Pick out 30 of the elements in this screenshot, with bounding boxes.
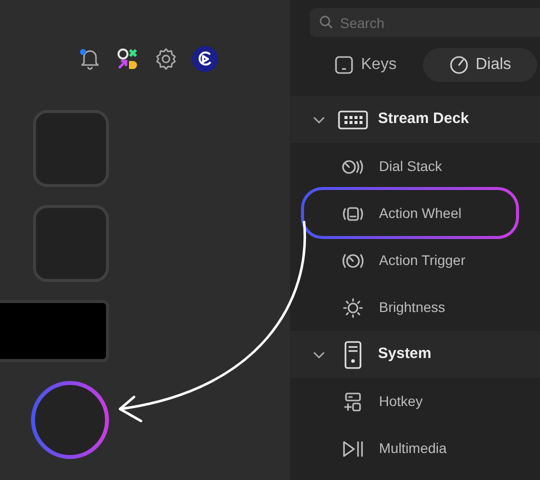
action-item[interactable]: Action Wheel (290, 190, 540, 237)
action-label: Brightness (379, 298, 446, 317)
search-icon (319, 15, 333, 29)
dial-icon (448, 55, 469, 75)
tab[interactable]: Keys (330, 48, 401, 82)
action-label: Action Trigger (379, 251, 466, 270)
play-pause-icon (341, 438, 365, 458)
section-header[interactable]: Stream Deck (290, 96, 540, 143)
device-grid-icon (338, 110, 368, 130)
section-title: System (378, 344, 432, 364)
section-header[interactable]: System (290, 331, 540, 378)
key-icon (334, 55, 354, 75)
computer-tower-icon (344, 340, 362, 368)
action-label: Hotkey (379, 392, 423, 411)
search-field[interactable]: Search (310, 8, 540, 37)
action-item[interactable]: Action Trigger (290, 237, 540, 284)
action-item[interactable]: Hotkey (290, 378, 540, 425)
app-logo-icon[interactable] (192, 46, 218, 72)
settings-icon[interactable] (154, 46, 178, 70)
section-title: Stream Deck (378, 109, 469, 130)
sun-icon (341, 298, 365, 318)
tab[interactable]: Dials (422, 48, 538, 82)
action-item[interactable]: Brightness (290, 284, 540, 331)
action-label: Multimedia (379, 439, 447, 458)
action-label: Action Wheel (379, 204, 462, 223)
action-item[interactable]: Multimedia (290, 425, 540, 472)
action-item[interactable]: Dial Stack (290, 143, 540, 190)
marketplace-logo-icon[interactable] (116, 46, 140, 70)
dial-slot[interactable] (30, 380, 110, 460)
action-label: Dial Stack (379, 157, 442, 176)
